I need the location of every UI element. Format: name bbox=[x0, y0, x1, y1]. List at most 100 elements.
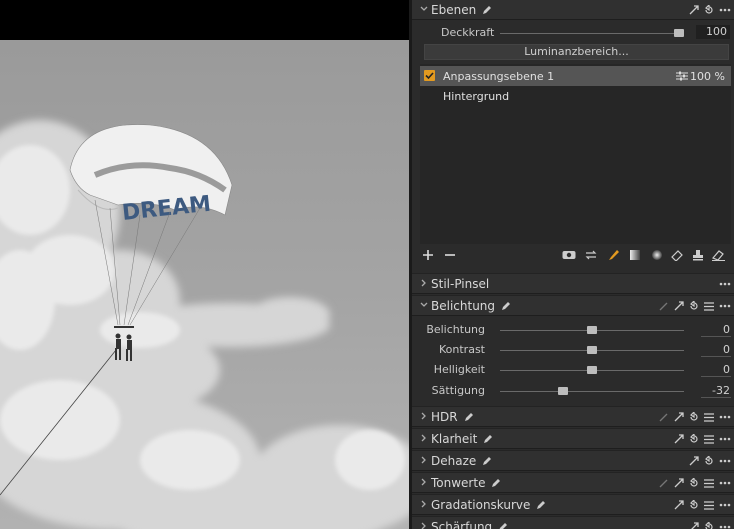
expand-icon[interactable] bbox=[674, 301, 684, 311]
remove-icon[interactable] bbox=[444, 249, 456, 261]
value-underline bbox=[701, 356, 731, 357]
sliders-icon[interactable] bbox=[676, 71, 688, 81]
more-icon[interactable] bbox=[719, 437, 731, 441]
more-icon[interactable] bbox=[719, 503, 731, 507]
luminance-range-button[interactable]: Luminanzbereich... bbox=[424, 44, 729, 60]
picker-icon[interactable] bbox=[659, 301, 669, 311]
section-gradationskurve[interactable]: Gradationskurve bbox=[412, 494, 734, 515]
layers-header[interactable]: Ebenen bbox=[412, 0, 734, 20]
adjustment-label: Helligkeit bbox=[433, 363, 485, 376]
presets-icon[interactable] bbox=[704, 478, 714, 488]
section-hdr[interactable]: HDR bbox=[412, 406, 734, 427]
add-icon[interactable] bbox=[422, 249, 434, 261]
checkmark-icon bbox=[425, 72, 434, 80]
adjustment-label: Belichtung bbox=[426, 323, 485, 336]
more-icon[interactable] bbox=[719, 304, 731, 308]
chevron-down-icon[interactable] bbox=[419, 299, 429, 311]
presets-icon[interactable] bbox=[704, 500, 714, 510]
photo-canvas[interactable]: DREAM bbox=[0, 40, 409, 529]
adjustment-value[interactable]: 0 bbox=[723, 343, 730, 356]
layer-row-background[interactable]: Hintergrund bbox=[420, 86, 731, 106]
adjustment-row-kontrast: Kontrast 0 bbox=[412, 340, 734, 360]
more-icon[interactable] bbox=[719, 282, 731, 286]
swap-icon[interactable] bbox=[585, 249, 597, 261]
slider-handle[interactable] bbox=[557, 387, 568, 395]
eye-icon[interactable] bbox=[562, 249, 576, 261]
opacity-slider-handle[interactable] bbox=[674, 29, 684, 37]
layer-row-adjustment[interactable]: Anpassungsebene 1 100 % bbox=[420, 66, 731, 86]
slider-handle[interactable] bbox=[587, 326, 597, 334]
brush-icon[interactable] bbox=[608, 249, 620, 261]
layer-name: Hintergrund bbox=[443, 90, 510, 103]
pen-icon bbox=[537, 501, 546, 509]
slider-handle[interactable] bbox=[587, 366, 597, 374]
reset-icon[interactable] bbox=[689, 301, 699, 311]
parasail-photo: DREAM bbox=[0, 120, 409, 529]
section-klarheit[interactable]: Klarheit bbox=[412, 428, 734, 449]
chevron-right-icon[interactable] bbox=[419, 498, 429, 510]
section-dehaze[interactable]: Dehaze bbox=[412, 450, 734, 471]
layer-name: Anpassungsebene 1 bbox=[443, 70, 555, 83]
section-title: HDR bbox=[431, 410, 474, 424]
adjustment-label: Kontrast bbox=[439, 343, 485, 356]
slider-track[interactable] bbox=[500, 391, 684, 392]
expand-icon[interactable] bbox=[674, 500, 684, 510]
reset-icon[interactable] bbox=[704, 5, 714, 15]
more-icon[interactable] bbox=[719, 8, 731, 12]
gradient-icon[interactable] bbox=[630, 249, 640, 261]
image-viewer[interactable]: DREAM bbox=[0, 0, 409, 529]
chevron-right-icon[interactable] bbox=[419, 454, 429, 466]
more-icon[interactable] bbox=[719, 415, 731, 419]
chevron-right-icon[interactable] bbox=[419, 476, 429, 488]
section-schaerfung[interactable]: Schärfung bbox=[412, 516, 734, 529]
adjustment-value[interactable]: 0 bbox=[723, 323, 730, 336]
chevron-right-icon[interactable] bbox=[419, 432, 429, 444]
expand-icon[interactable] bbox=[689, 456, 699, 466]
section-title: Gradationskurve bbox=[431, 498, 546, 512]
section-title: Tonwerte bbox=[431, 476, 501, 490]
chevron-down-icon[interactable] bbox=[419, 3, 429, 15]
chevron-right-icon[interactable] bbox=[419, 410, 429, 422]
chevron-right-icon[interactable] bbox=[419, 520, 429, 529]
slider-handle[interactable] bbox=[587, 346, 597, 354]
adjustment-value[interactable]: -32 bbox=[712, 384, 730, 397]
more-icon[interactable] bbox=[719, 459, 731, 463]
pen-icon bbox=[484, 435, 493, 443]
expand-icon[interactable] bbox=[689, 5, 699, 15]
presets-icon[interactable] bbox=[704, 412, 714, 422]
reset-icon[interactable] bbox=[704, 456, 714, 466]
section-title: Schärfung bbox=[431, 520, 508, 529]
pen-icon bbox=[483, 6, 492, 14]
more-icon[interactable] bbox=[719, 481, 731, 485]
expand-icon[interactable] bbox=[689, 522, 699, 529]
presets-icon[interactable] bbox=[704, 434, 714, 444]
expand-icon[interactable] bbox=[674, 412, 684, 422]
opacity-slider-track[interactable] bbox=[500, 33, 684, 34]
opacity-value[interactable]: 100 bbox=[696, 25, 730, 39]
value-underline bbox=[701, 376, 731, 377]
stamp-icon[interactable] bbox=[692, 249, 704, 261]
eraser-icon[interactable] bbox=[712, 249, 725, 261]
more-icon[interactable] bbox=[719, 525, 731, 529]
pen-icon bbox=[492, 479, 501, 487]
chevron-right-icon[interactable] bbox=[419, 277, 429, 289]
expand-icon[interactable] bbox=[674, 434, 684, 444]
section-belichtung[interactable]: Belichtung bbox=[412, 295, 734, 316]
section-tonwerte[interactable]: Tonwerte bbox=[412, 472, 734, 493]
expand-icon[interactable] bbox=[674, 478, 684, 488]
reset-icon[interactable] bbox=[704, 522, 714, 529]
value-underline bbox=[701, 397, 731, 398]
adjustment-value[interactable]: 0 bbox=[723, 363, 730, 376]
picker-icon[interactable] bbox=[659, 412, 669, 422]
section-stil-pinsel[interactable]: Stil-Pinsel bbox=[412, 273, 734, 294]
layer-visibility-checkbox[interactable] bbox=[424, 70, 435, 81]
opacity-row: Deckkraft 100 bbox=[412, 22, 734, 42]
reset-icon[interactable] bbox=[689, 478, 699, 488]
radial-icon[interactable] bbox=[651, 249, 663, 261]
reset-icon[interactable] bbox=[689, 434, 699, 444]
picker-icon[interactable] bbox=[659, 478, 669, 488]
presets-icon[interactable] bbox=[704, 301, 714, 311]
erase-icon[interactable] bbox=[671, 249, 683, 261]
reset-icon[interactable] bbox=[689, 500, 699, 510]
reset-icon[interactable] bbox=[689, 412, 699, 422]
